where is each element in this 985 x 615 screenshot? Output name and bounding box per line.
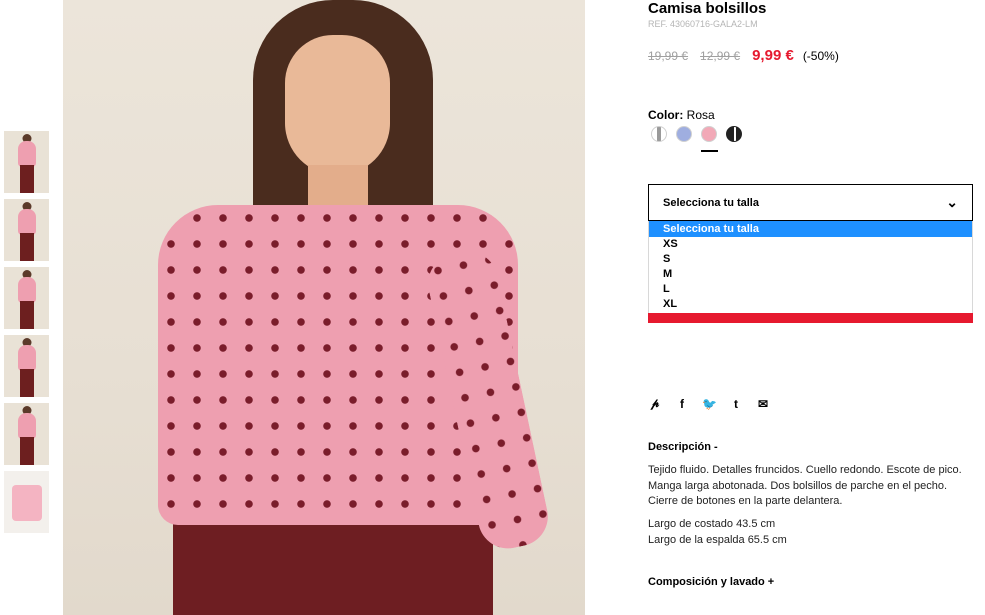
- thumbnail-shirt: [17, 277, 36, 303]
- size-option-xs[interactable]: XS: [649, 237, 972, 252]
- thumbnail-shirt: [17, 141, 36, 167]
- size-option-l[interactable]: L: [649, 282, 972, 297]
- thumbnail-shirt-flat: [11, 485, 42, 521]
- add-to-bag-bar[interactable]: [648, 313, 973, 323]
- thumbnail-3[interactable]: [4, 267, 49, 329]
- size-option-xl[interactable]: XL: [649, 297, 972, 312]
- thumbnail-pants: [19, 437, 34, 465]
- tumblr-icon[interactable]: t: [729, 397, 743, 411]
- thumbnail-pants: [19, 369, 34, 397]
- product-photo[interactable]: [63, 0, 585, 615]
- thumbnail-2[interactable]: [4, 199, 49, 261]
- chevron-down-icon: ⌄: [946, 194, 958, 210]
- description-measures: Largo de costado 43.5 cm Largo de la esp…: [648, 517, 787, 548]
- measure-back: Largo de la espalda 65.5 cm: [648, 533, 787, 546]
- size-option[interactable]: Selecciona tu talla: [649, 221, 972, 237]
- swatch-black-white[interactable]: [726, 126, 742, 142]
- thumbnail-6[interactable]: [4, 471, 49, 533]
- swatch-pink[interactable]: [701, 126, 718, 152]
- color-swatches: [651, 126, 751, 152]
- thumbnail-pants: [19, 165, 34, 193]
- social-share: 𝓅 f 🐦 t ✉: [648, 396, 783, 411]
- thumbnail-strip: [4, 131, 49, 539]
- swatch-stripe-grey[interactable]: [651, 126, 667, 142]
- twitter-icon[interactable]: 🐦: [702, 397, 717, 411]
- thumbnail-pants: [19, 301, 34, 329]
- pinterest-icon[interactable]: 𝓅: [648, 396, 662, 411]
- thumbnail-4[interactable]: [4, 335, 49, 397]
- product-ref: REF. 43060716-GALA2-LM: [648, 19, 758, 29]
- thumbnail-5[interactable]: [4, 403, 49, 465]
- discount-label: (-50%): [802, 49, 839, 63]
- size-option-m[interactable]: M: [649, 267, 972, 282]
- facebook-icon[interactable]: f: [675, 397, 689, 411]
- size-option-s[interactable]: S: [649, 252, 972, 267]
- thumbnail-shirt: [17, 345, 36, 371]
- thumbnail-pants: [19, 233, 34, 261]
- price-original: 19,99 €: [648, 49, 689, 63]
- thumbnail-shirt: [17, 209, 36, 235]
- email-icon[interactable]: ✉: [756, 397, 770, 411]
- size-dropdown-list: Selecciona tu talla XS S M L XL: [648, 221, 973, 316]
- photo-face: [285, 35, 390, 175]
- product-title: Camisa bolsillos: [648, 0, 767, 17]
- price-current: 9,99 €: [752, 47, 794, 64]
- color-label-prefix: Color:: [648, 108, 684, 122]
- description-text: Tejido fluido. Detalles fruncidos. Cuell…: [648, 464, 962, 507]
- thumbnail-shirt: [17, 413, 36, 439]
- size-select-label: Selecciona tu talla: [663, 196, 759, 209]
- price-row: 19,99 € 12,99 € 9,99 € (-50%): [648, 47, 839, 64]
- thumbnail-1[interactable]: [4, 131, 49, 193]
- color-label: Color: Rosa: [648, 108, 715, 122]
- size-select[interactable]: Selecciona tu talla ⌄: [648, 184, 973, 221]
- price-previous: 12,99 €: [700, 49, 741, 63]
- color-selected: Rosa: [686, 108, 715, 122]
- description-heading[interactable]: Descripción -: [648, 441, 718, 453]
- swatch-blue[interactable]: [676, 126, 692, 142]
- composition-heading[interactable]: Composición y lavado +: [648, 576, 774, 588]
- measure-side: Largo de costado 43.5 cm: [648, 518, 776, 530]
